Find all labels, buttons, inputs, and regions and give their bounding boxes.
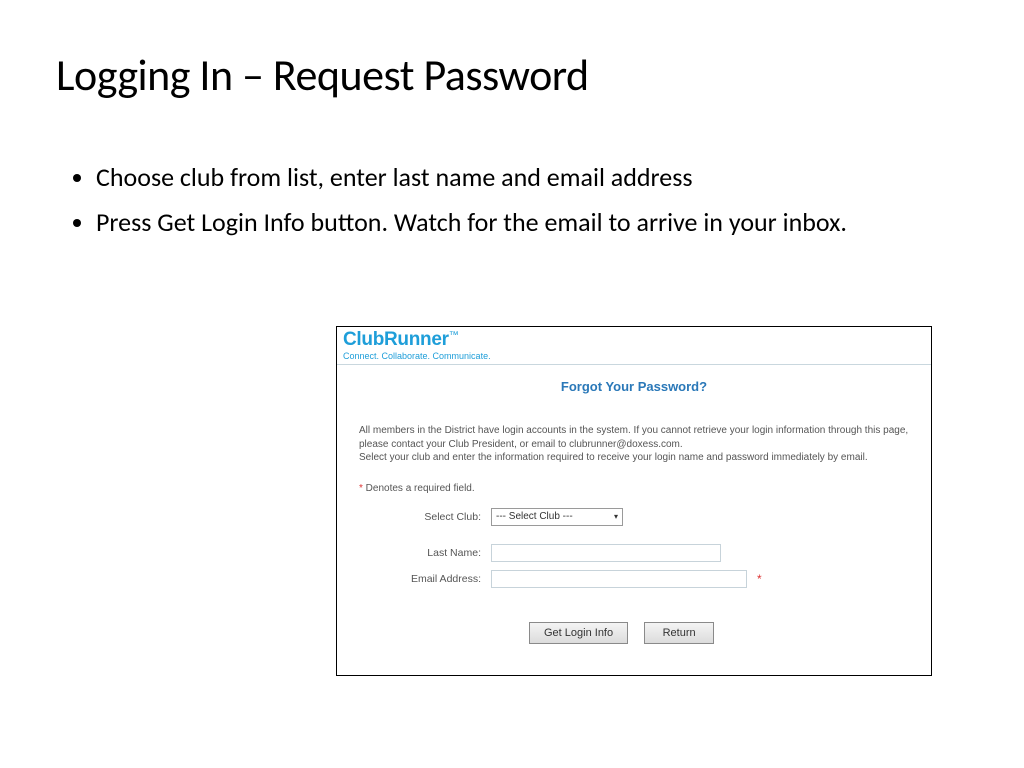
forgot-password-panel: ClubRunner™ Connect. Collaborate. Commun… xyxy=(336,326,932,676)
trademark-icon: ™ xyxy=(449,330,459,341)
page-title: Logging In – Request Password xyxy=(56,48,589,102)
list-item: Press Get Login Info button. Watch for t… xyxy=(96,205,916,240)
brand-tagline: Connect. Collaborate. Communicate. xyxy=(337,351,931,364)
select-club-value: --- Select Club --- xyxy=(496,511,573,522)
select-club-label: Select Club: xyxy=(359,511,491,523)
list-item: Choose club from list, enter last name a… xyxy=(96,160,916,195)
select-club-dropdown[interactable]: --- Select Club --- ▾ xyxy=(491,508,623,526)
asterisk-icon: * xyxy=(757,572,762,586)
brand-name: ClubRunner xyxy=(343,329,449,351)
required-field-note: * Denotes a required field. xyxy=(337,465,931,494)
email-label: Email Address: xyxy=(359,573,491,585)
brand-row: ClubRunner™ xyxy=(337,327,931,351)
email-field[interactable] xyxy=(491,570,747,588)
panel-description: All members in the District have login a… xyxy=(337,402,931,465)
form-area: Select Club: --- Select Club --- ▾ Last … xyxy=(337,494,931,644)
button-row: Get Login Info Return xyxy=(359,596,909,644)
last-name-label: Last Name: xyxy=(359,547,491,559)
chevron-down-icon: ▾ xyxy=(614,512,618,521)
description-text: All members in the District have login a… xyxy=(359,425,908,450)
panel-heading: Forgot Your Password? xyxy=(337,365,931,402)
return-button[interactable]: Return xyxy=(644,622,714,644)
instruction-list: Choose club from list, enter last name a… xyxy=(96,160,916,250)
get-login-info-button[interactable]: Get Login Info xyxy=(529,622,628,644)
last-name-field[interactable] xyxy=(491,544,721,562)
description-text: Select your club and enter the informati… xyxy=(359,452,868,463)
required-note-text: Denotes a required field. xyxy=(363,483,475,494)
